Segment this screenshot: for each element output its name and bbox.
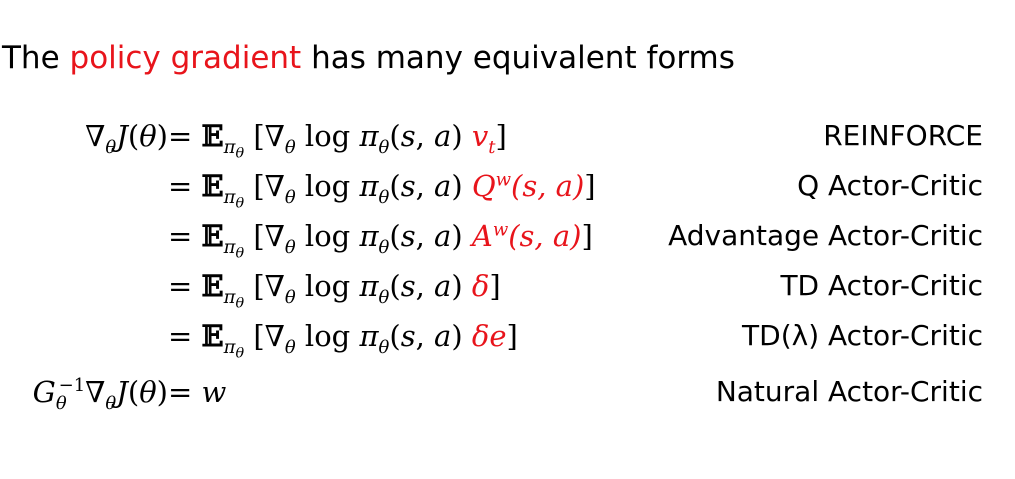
method-label: TD Actor-Critic	[780, 269, 983, 302]
equation-row-natural-actor-critic: Gθ−1∇θJ(θ) = w Natural Actor-Critic	[0, 372, 1015, 412]
slide-heading: The policy gradient has many equivalent …	[2, 38, 735, 78]
heading-prefix: The	[2, 40, 70, 76]
critic-term: Aw(s, a)	[471, 219, 582, 253]
equation-rhs: = 𝔼πθ [∇θ log πθ(s, a) δ]	[168, 269, 501, 312]
equation-lhs: Gθ−1∇θJ(θ)	[32, 375, 168, 414]
method-label: TD(λ) Actor-Critic	[742, 319, 983, 352]
method-label: Natural Actor-Critic	[715, 375, 983, 408]
equation-rhs: = 𝔼πθ [∇θ log πθ(s, a) Qw(s, a)]	[168, 169, 596, 212]
critic-term: δe	[471, 319, 507, 353]
equation-rhs: = w	[168, 375, 227, 409]
critic-term: δ	[471, 269, 490, 303]
equation-row-reinforce: ∇θJ(θ) = 𝔼πθ [∇θ log πθ(s, a) vt] REINFO…	[0, 116, 1015, 162]
heading-highlight: policy gradient	[69, 40, 302, 76]
equation-rhs: = 𝔼πθ [∇θ log πθ(s, a) vt]	[168, 119, 507, 162]
equation-row-td-lambda-actor-critic: = 𝔼πθ [∇θ log πθ(s, a) δe] TD(λ) Actor-C…	[0, 316, 1015, 362]
critic-term: Qw(s, a)	[471, 169, 585, 203]
critic-term: vt	[471, 119, 496, 158]
equation-rhs: = 𝔼πθ [∇θ log πθ(s, a) δe]	[168, 319, 518, 362]
method-label: Advantage Actor-Critic	[668, 219, 983, 252]
equation-row-q-actor-critic: = 𝔼πθ [∇θ log πθ(s, a) Qw(s, a)] Q Actor…	[0, 166, 1015, 212]
equation-lhs: ∇θJ(θ)	[85, 119, 168, 158]
equation-row-advantage-actor-critic: = 𝔼πθ [∇θ log πθ(s, a) Aw(s, a)] Advanta…	[0, 216, 1015, 262]
equation-row-td-actor-critic: = 𝔼πθ [∇θ log πθ(s, a) δ] TD Actor-Criti…	[0, 266, 1015, 312]
heading-suffix: has many equivalent forms	[301, 40, 735, 76]
method-label: Q Actor-Critic	[797, 169, 983, 202]
equation-rhs: = 𝔼πθ [∇θ log πθ(s, a) Aw(s, a)]	[168, 219, 593, 262]
method-label: REINFORCE	[823, 119, 983, 152]
